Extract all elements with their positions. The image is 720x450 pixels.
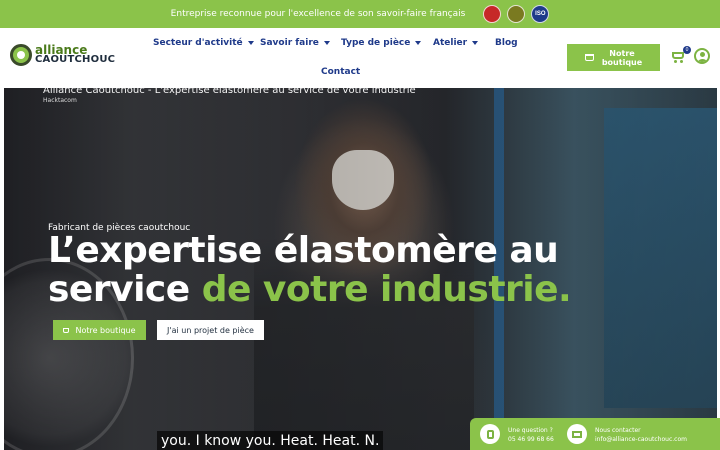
nav-item-label: Blog [495,38,518,48]
chevron-down-icon [323,41,330,45]
announcement-text: Entreprise reconnue pour l'excellence de… [170,9,466,19]
cart-wheel [680,60,683,63]
user-icon-head [700,52,705,57]
video-title[interactable]: Alliance Caoutchouc - L'expertise élasto… [43,88,416,96]
cart-icon [584,54,594,61]
iso-badge-icon: ISO [531,5,550,23]
chevron-down-icon [247,41,254,45]
nav-item-atelier[interactable]: Atelier [433,38,479,48]
shop-button-line-2: boutique [601,57,643,67]
nav-item-secteur-activite[interactable]: Secteur d'activité [153,38,254,48]
top-announcement-bar: Entreprise reconnue pour l'excellence de… [0,0,720,28]
hero-shop-button-label: Notre boutique [75,325,136,335]
nav-item-type-de-piece[interactable]: Type de pièce [341,38,422,48]
phone-glyph [486,429,494,439]
logo-line-2: CAOUTCHOUC [35,54,116,65]
cart-icon [63,327,70,333]
user-icon[interactable] [694,48,710,64]
cart-wheel [674,60,677,63]
nav-item-contact[interactable]: Contact [321,67,360,77]
phone-icon[interactable] [480,424,500,444]
quality-seal-badge-icon [507,5,526,23]
hero-headline: L’expertise élastomère au service de vot… [48,230,572,310]
headline-part-1: L’expertise élastomère au [48,230,559,271]
email-address[interactable]: info@alliance-caoutchouc.com [595,436,687,443]
logo-wordmark: alliance CAOUTCHOUC [35,44,116,65]
headline-part-2: service [48,269,202,310]
video-caption: you. I know you. Heat. Heat. N. [157,431,384,450]
mail-icon[interactable] [567,424,587,444]
headline-accent: de votre industrie. [201,269,572,310]
site-logo[interactable]: alliance CAOUTCHOUC [10,44,115,66]
cart-basket [672,52,684,59]
nav-item-label: Savoir faire [260,38,319,48]
chevron-down-icon [415,41,422,45]
nav-item-label: Type de pièce [341,38,411,48]
nav-item-label: Secteur d'activité [153,38,243,48]
cart-count-badge: 0 [683,46,691,54]
video-channel[interactable]: Hacktacom [43,97,77,104]
alliance-caoutchouc-logo-icon [10,44,32,66]
phone-number[interactable]: 05 46 99 68 66 [508,436,554,443]
phone-label: Une question ? [508,427,553,434]
nav-item-label: Atelier [433,38,468,48]
email-label: Nous contacter [595,427,641,434]
hero-project-button[interactable]: J'ai un projet de pièce [157,320,264,340]
nav-item-label: Contact [321,67,361,77]
shop-button[interactable]: Notre boutique [567,44,660,71]
chevron-down-icon [472,41,479,45]
contact-bar: Une question ? 05 46 99 68 66 Nous conta… [470,418,720,450]
mail-glyph [572,430,582,438]
shop-button-label: Notre boutique [602,49,642,67]
nav-item-savoir-faire[interactable]: Savoir faire [260,38,330,48]
nav-item-blog[interactable]: Blog [495,38,518,48]
hero-project-button-label: J'ai un projet de pièce [167,325,254,335]
hero-video[interactable]: Alliance Caoutchouc - L'expertise élasto… [4,88,717,450]
ept-label-badge-icon [483,5,502,23]
shop-button-line-1: Notre [609,48,635,58]
hero-shop-button[interactable]: Notre boutique [53,320,146,340]
